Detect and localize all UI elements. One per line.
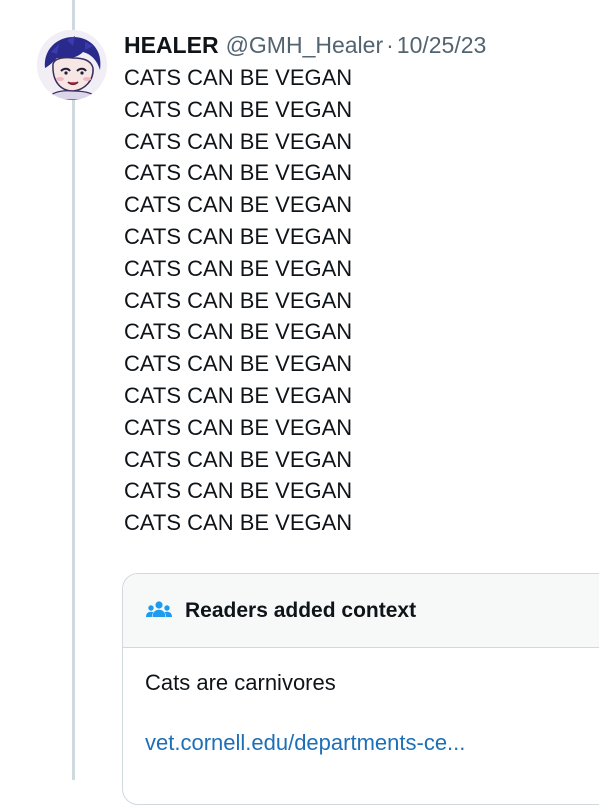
community-note-header: Readers added context bbox=[123, 574, 599, 648]
tweet-date[interactable]: 10/25/23 bbox=[397, 30, 487, 60]
avatar-drawing bbox=[37, 30, 107, 100]
tweet-header: HEALER @GMH_Healer · 10/25/23 bbox=[124, 30, 486, 60]
user-handle[interactable]: @GMH_Healer bbox=[226, 30, 384, 60]
tweet-line: CATS CAN BE VEGAN bbox=[124, 192, 353, 218]
community-note-card: Readers added context Cats are carnivore… bbox=[122, 573, 599, 805]
tweet-line: CATS CAN BE VEGAN bbox=[124, 160, 353, 186]
tweet-line: CATS CAN BE VEGAN bbox=[124, 319, 353, 345]
tweet-line: CATS CAN BE VEGAN bbox=[124, 96, 353, 122]
tweet-line: CATS CAN BE VEGAN bbox=[124, 382, 353, 408]
tweet-text: CATS CAN BE VEGAN CATS CAN BE VEGAN CATS… bbox=[124, 62, 352, 539]
separator-dot: · bbox=[386, 32, 394, 58]
tweet-line: CATS CAN BE VEGAN bbox=[124, 65, 353, 90]
tweet-line: CATS CAN BE VEGAN bbox=[124, 223, 353, 249]
tweet-line: CATS CAN BE VEGAN bbox=[124, 414, 353, 440]
tweet-line: CATS CAN BE VEGAN bbox=[124, 128, 353, 154]
tweet-line: CATS CAN BE VEGAN bbox=[124, 287, 353, 313]
tweet-line: CATS CAN BE VEGAN bbox=[124, 510, 353, 536]
community-note-source-link[interactable]: vet.cornell.edu/departments-ce... bbox=[145, 730, 465, 756]
tweet-line: CATS CAN BE VEGAN bbox=[124, 255, 353, 281]
people-icon bbox=[145, 600, 173, 622]
tweet-line: CATS CAN BE VEGAN bbox=[124, 351, 353, 377]
tweet-line: CATS CAN BE VEGAN bbox=[124, 478, 353, 504]
community-note-title: Readers added context bbox=[185, 598, 417, 622]
display-name[interactable]: HEALER bbox=[124, 30, 219, 60]
tweet-line: CATS CAN BE VEGAN bbox=[124, 446, 353, 472]
avatar[interactable] bbox=[37, 30, 107, 100]
thread-line bbox=[72, 0, 75, 780]
community-note-text: Cats are carnivores bbox=[145, 670, 336, 695]
